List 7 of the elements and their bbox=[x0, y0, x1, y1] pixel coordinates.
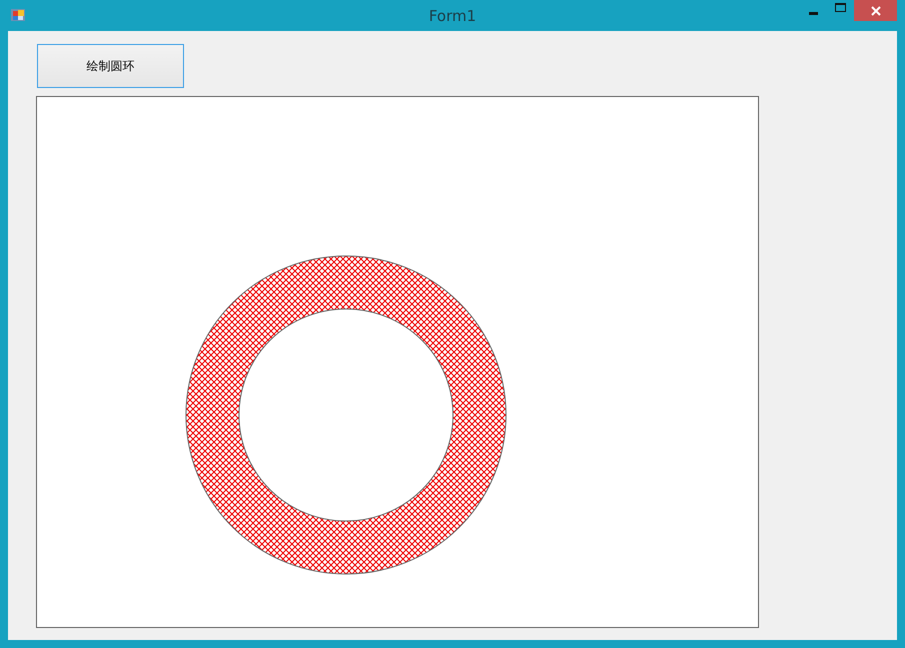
close-icon bbox=[870, 6, 880, 16]
minimize-icon bbox=[808, 12, 818, 15]
window-title: Form1 bbox=[428, 7, 476, 25]
draw-ring-button[interactable]: 绘制圆环 bbox=[37, 44, 184, 88]
maximize-icon bbox=[834, 3, 846, 12]
close-button[interactable] bbox=[854, 0, 897, 21]
app-icon bbox=[10, 7, 26, 23]
